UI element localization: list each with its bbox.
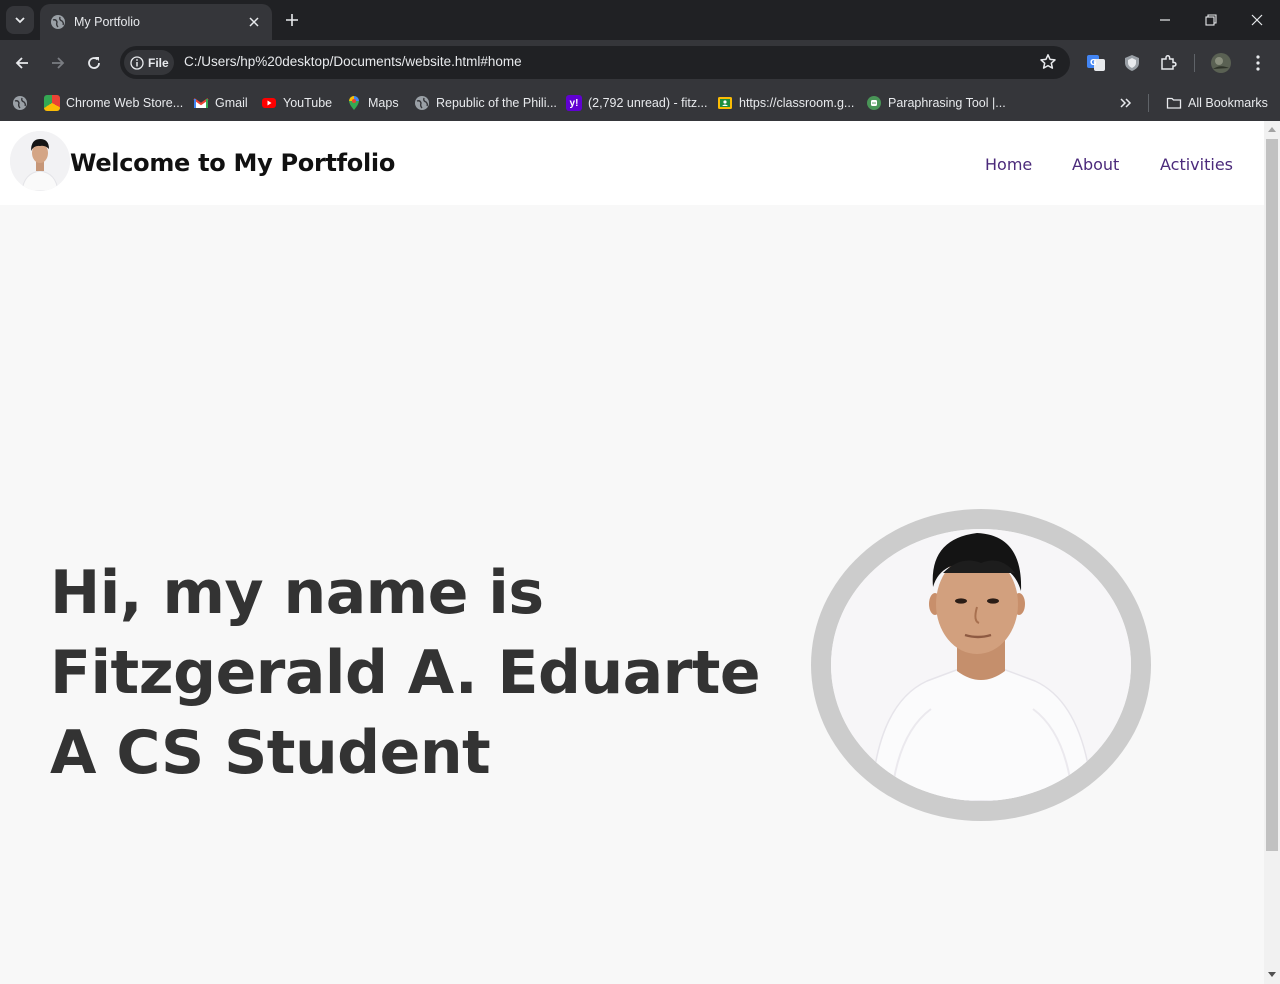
bookmark-star-button[interactable]	[1038, 52, 1058, 72]
site-title: Welcome to My Portfolio	[70, 149, 396, 177]
plus-icon	[286, 14, 298, 26]
all-bookmarks-label: All Bookmarks	[1188, 96, 1268, 110]
bookmark-label: Paraphrasing Tool |...	[888, 96, 1006, 110]
scroll-down-arrow-icon[interactable]	[1268, 972, 1276, 977]
page-scrollbar[interactable]	[1264, 121, 1280, 984]
scrollbar-thumb[interactable]	[1266, 139, 1278, 851]
forward-button[interactable]	[45, 50, 71, 76]
close-icon	[1251, 14, 1263, 26]
extensions-button[interactable]	[1157, 52, 1179, 74]
globe-icon	[415, 96, 429, 110]
tab-title: My Portfolio	[74, 15, 140, 29]
restore-icon	[1205, 14, 1217, 26]
menu-button[interactable]	[1247, 52, 1269, 74]
back-button[interactable]	[9, 50, 35, 76]
youtube-icon	[262, 98, 276, 108]
nav-activities-link[interactable]: Activities	[1160, 155, 1233, 174]
bookmark-youtube[interactable]: YouTube	[261, 92, 332, 114]
bookmark-republic[interactable]: Republic of the Phili...	[414, 92, 557, 114]
bookmarks-bar: Chrome Web Store... Gmail YouTube Maps R…	[0, 85, 1280, 121]
profile-logo	[10, 131, 70, 191]
gmail-icon	[193, 98, 209, 108]
bookmark-maps[interactable]: Maps	[346, 92, 399, 114]
site-info-chip[interactable]: File	[124, 50, 174, 75]
bookmark-paraphrasing-tool[interactable]: Paraphrasing Tool |...	[866, 92, 1006, 114]
chevron-down-icon	[15, 17, 25, 24]
bookmark-label: https://classroom.g...	[739, 96, 855, 110]
hero-heading: Hi, my name is Fitzgerald A. Eduarte A C…	[50, 553, 761, 793]
bookmarks-overflow-button[interactable]	[1118, 92, 1132, 114]
page-viewport: Welcome to My Portfolio Home About Activ…	[0, 121, 1264, 984]
chrome-web-store-icon	[44, 95, 60, 111]
url-chip-label: File	[148, 55, 169, 70]
bookmark-label: (2,792 unread) - fitz...	[588, 96, 708, 110]
arrow-left-icon	[15, 57, 28, 69]
globe-icon	[13, 96, 27, 110]
bookmark-label: Gmail	[215, 96, 248, 110]
hero-line-name: Fitzgerald A. Eduarte	[50, 638, 761, 708]
translate-extension[interactable]: G	[1085, 52, 1107, 74]
nav-home-link[interactable]: Home	[985, 155, 1032, 174]
map-pin-icon	[349, 96, 359, 110]
svg-text:G: G	[1090, 58, 1097, 67]
bookmark-yahoo-mail[interactable]: y! (2,792 unread) - fitz...	[566, 92, 708, 114]
close-tab-icon[interactable]	[246, 14, 262, 30]
bookmark-apps[interactable]	[12, 92, 28, 114]
reload-button[interactable]	[81, 50, 107, 76]
folder-icon	[1166, 97, 1182, 109]
close-window-button[interactable]	[1234, 0, 1280, 40]
site-header: Welcome to My Portfolio Home About Activ…	[0, 121, 1264, 205]
arrow-right-icon	[52, 57, 65, 69]
bookmarks-divider	[1148, 94, 1149, 112]
hero-line-greeting: Hi, my name is	[50, 558, 544, 628]
avatar-icon	[1211, 53, 1231, 73]
star-icon	[1040, 54, 1056, 69]
minimize-button[interactable]	[1142, 0, 1188, 40]
bookmark-label: YouTube	[283, 96, 333, 110]
info-icon	[130, 55, 144, 70]
puzzle-icon	[1161, 54, 1177, 70]
url-text[interactable]: C:/Users/hp%20desktop/Documents/website.…	[184, 54, 522, 69]
globe-icon	[51, 15, 65, 29]
tab-strip: My Portfolio	[0, 0, 1280, 40]
hero-line-role: A CS Student	[50, 718, 491, 788]
bookmark-gmail[interactable]: Gmail	[193, 92, 248, 114]
browser-toolbar: File C:/Users/hp%20desktop/Documents/web…	[0, 40, 1280, 85]
scroll-up-arrow-icon[interactable]	[1268, 127, 1276, 132]
profile-photo-frame	[811, 509, 1151, 821]
reload-icon	[88, 57, 100, 69]
nav-about-link[interactable]: About	[1072, 155, 1119, 174]
shield-extension[interactable]	[1121, 52, 1143, 74]
restore-button[interactable]	[1188, 0, 1234, 40]
profile-photo	[831, 529, 1131, 801]
minimize-icon	[1160, 19, 1170, 21]
double-chevron-right-icon	[1120, 98, 1132, 108]
new-tab-button[interactable]	[282, 10, 302, 30]
more-vertical-icon	[1256, 55, 1260, 71]
quillbot-icon	[867, 96, 881, 110]
bookmark-label: Republic of the Phili...	[436, 96, 557, 110]
yahoo-icon: y!	[566, 95, 582, 111]
google-classroom-icon	[718, 97, 732, 109]
active-tab[interactable]: My Portfolio	[40, 4, 272, 40]
bookmark-chrome-web-store[interactable]: Chrome Web Store...	[44, 92, 183, 114]
bookmark-label: Chrome Web Store...	[66, 96, 184, 110]
translate-icon: G	[1087, 55, 1105, 71]
person-photo-small	[10, 131, 70, 191]
shield-icon	[1125, 55, 1139, 71]
all-bookmarks-button[interactable]: All Bookmarks	[1166, 92, 1268, 114]
address-bar[interactable]: File C:/Users/hp%20desktop/Documents/web…	[120, 46, 1070, 79]
tab-search-button[interactable]	[6, 6, 34, 34]
person-photo	[831, 529, 1131, 801]
bookmark-classroom[interactable]: https://classroom.g...	[717, 92, 854, 114]
bookmark-label: Maps	[368, 96, 399, 110]
profile-avatar[interactable]	[1210, 52, 1232, 74]
toolbar-divider	[1194, 54, 1195, 72]
